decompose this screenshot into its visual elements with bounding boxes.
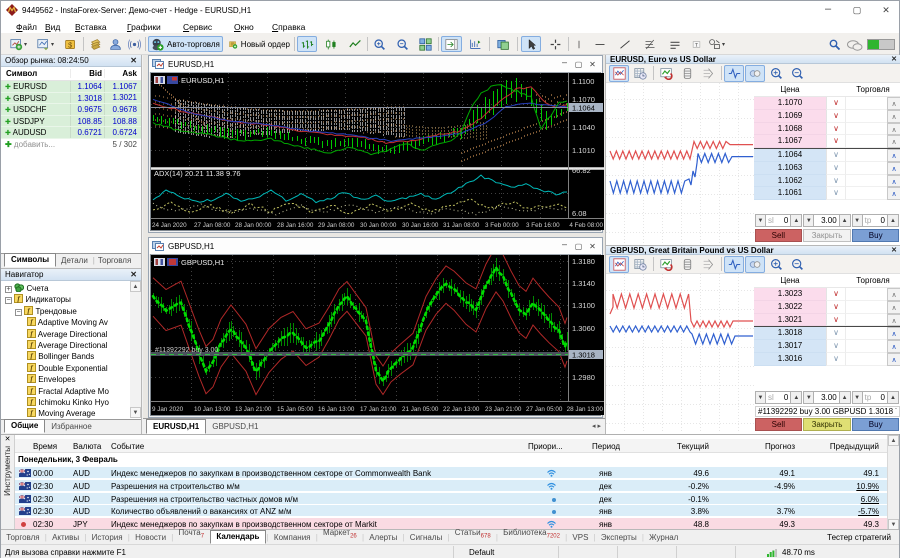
svg-text:1.1100: 1.1100 — [572, 77, 594, 86]
svg-text:17 Jan 21:00: 17 Jan 21:00 — [360, 406, 397, 413]
svg-text:1.3100: 1.3100 — [572, 301, 595, 310]
svg-text:6.08: 6.08 — [572, 209, 587, 218]
svg-text:1.1064: 1.1064 — [572, 104, 595, 113]
svg-text:1.1040: 1.1040 — [572, 123, 595, 132]
svg-text:28 Jan 00:00: 28 Jan 00:00 — [235, 222, 272, 229]
svg-text:1.2980: 1.2980 — [572, 373, 595, 382]
svg-text:1.3140: 1.3140 — [572, 279, 595, 288]
svg-text:28 Jan 13:00: 28 Jan 13:00 — [567, 406, 604, 413]
svg-text:GBPUSD,H1: GBPUSD,H1 — [181, 258, 224, 267]
svg-text:$: $ — [68, 40, 72, 49]
svg-text:3 Feb 00:00: 3 Feb 00:00 — [485, 222, 519, 229]
svg-text:13 Jan 21:00: 13 Jan 21:00 — [235, 406, 272, 413]
svg-text:23 Jan 21:00: 23 Jan 21:00 — [485, 406, 522, 413]
svg-text:21 Jan 05:00: 21 Jan 05:00 — [402, 406, 439, 413]
svg-text:9 Jan 2020: 9 Jan 2020 — [152, 406, 184, 413]
svg-text:16 Jan 13:00: 16 Jan 13:00 — [318, 406, 355, 413]
svg-text:27 Jan 08:00: 27 Jan 08:00 — [194, 222, 231, 229]
svg-text:T: T — [695, 42, 698, 48]
svg-text:1.3180: 1.3180 — [572, 257, 595, 266]
svg-text:30 Jan 16:00: 30 Jan 16:00 — [402, 222, 439, 229]
svg-text:24 Jan 2020: 24 Jan 2020 — [152, 222, 187, 229]
svg-text:29 Jan 08:00: 29 Jan 08:00 — [318, 222, 355, 229]
svg-text:1.3060: 1.3060 — [572, 324, 595, 333]
svg-text:#11392292 buy 3.00: #11392292 buy 3.00 — [155, 347, 218, 354]
svg-text:22 Jan 13:00: 22 Jan 13:00 — [443, 406, 480, 413]
svg-text:30 Jan 00:00: 30 Jan 00:00 — [360, 222, 397, 229]
svg-text:3 Feb 16:00: 3 Feb 16:00 — [526, 222, 560, 229]
svg-text:4 Feb 08:00: 4 Feb 08:00 — [569, 222, 603, 229]
svg-text:10 Jan 13:00: 10 Jan 13:00 — [194, 406, 231, 413]
svg-text:27 Jan 05:00: 27 Jan 05:00 — [526, 406, 563, 413]
svg-text:1.1010: 1.1010 — [572, 146, 595, 155]
svg-text:EURUSD,H1: EURUSD,H1 — [181, 76, 224, 85]
svg-text:15 Jan 05:00: 15 Jan 05:00 — [277, 406, 314, 413]
svg-text:66.82: 66.82 — [572, 166, 591, 175]
svg-text:1.3018: 1.3018 — [572, 351, 595, 360]
svg-text:28 Jan 16:00: 28 Jan 16:00 — [277, 222, 314, 229]
svg-text:ADX(14) 20.21 11.38 9.76: ADX(14) 20.21 11.38 9.76 — [154, 169, 241, 178]
svg-text:31 Jan 08:00: 31 Jan 08:00 — [443, 222, 480, 229]
